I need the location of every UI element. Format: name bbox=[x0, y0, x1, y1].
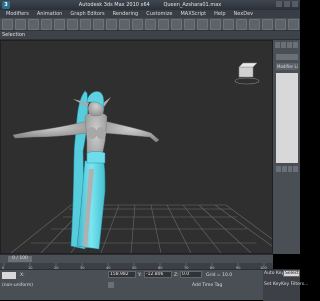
viewcube[interactable] bbox=[234, 62, 260, 85]
layer-icon[interactable] bbox=[210, 18, 221, 30]
perspective-viewport[interactable] bbox=[0, 40, 273, 254]
mirror-icon[interactable] bbox=[184, 18, 195, 30]
status-bar: X: 158.982 Y: -12.806 Z: 0.0 Grid = 10.0… bbox=[0, 269, 308, 301]
menu-bar: Modifiers Animation Graph Editors Render… bbox=[0, 10, 300, 18]
ribbon-bar: Selection bbox=[0, 31, 300, 40]
hierarchy-tab-icon[interactable] bbox=[287, 42, 292, 48]
stack-buttons bbox=[276, 166, 298, 172]
menu-customize[interactable]: Customize bbox=[146, 11, 172, 17]
align-icon[interactable] bbox=[197, 18, 208, 30]
rotate-icon[interactable] bbox=[119, 18, 130, 30]
y-coord-field[interactable]: -12.806 bbox=[144, 271, 172, 278]
snap-icon[interactable] bbox=[145, 18, 156, 30]
main-toolbar bbox=[0, 18, 300, 31]
render-icon[interactable] bbox=[288, 18, 299, 30]
render-frame-icon[interactable] bbox=[275, 18, 286, 30]
modifier-stack[interactable] bbox=[276, 73, 298, 163]
x-label: X: bbox=[20, 273, 25, 278]
app-name: Autodesk 3ds Max 2010 x64 bbox=[78, 2, 150, 8]
selected-dropdown[interactable]: Selected bbox=[283, 270, 300, 277]
menu-help[interactable]: Help bbox=[214, 11, 225, 17]
show-end-result-icon[interactable] bbox=[281, 166, 287, 172]
modify-tab-icon[interactable] bbox=[281, 42, 286, 48]
time-slider[interactable]: 0 / 100 bbox=[0, 254, 273, 263]
key-filters-button[interactable]: Key Filters... bbox=[281, 282, 308, 287]
y-label: Y: bbox=[138, 273, 142, 278]
region-icon[interactable] bbox=[93, 18, 104, 30]
make-unique-icon[interactable] bbox=[287, 166, 293, 172]
window-title: Autodesk 3ds Max 2010 x64 Queen_Azshara0… bbox=[0, 2, 300, 8]
scale-icon[interactable] bbox=[132, 18, 143, 30]
bind-icon[interactable] bbox=[54, 18, 65, 30]
create-tab-icon[interactable] bbox=[275, 42, 280, 48]
menu-rendering[interactable]: Rendering bbox=[113, 11, 139, 17]
viewport-scene bbox=[10, 62, 273, 254]
select-by-name-icon[interactable] bbox=[80, 18, 91, 30]
pin-stack-icon[interactable] bbox=[276, 166, 281, 172]
modifier-list-dropdown[interactable]: Modifier List bbox=[276, 63, 298, 70]
z-label: Z: bbox=[174, 273, 179, 278]
time-slider-thumb[interactable]: 0 / 100 bbox=[8, 256, 32, 262]
render-setup-icon[interactable] bbox=[262, 18, 273, 30]
schematic-icon[interactable] bbox=[236, 18, 247, 30]
menu-animation[interactable]: Animation bbox=[37, 11, 63, 17]
angle-snap-icon[interactable] bbox=[158, 18, 169, 30]
z-coord-field[interactable]: 0.0 bbox=[180, 271, 202, 278]
minimize-button[interactable] bbox=[276, 1, 282, 7]
menu-graph-editors[interactable]: Graph Editors bbox=[70, 11, 104, 17]
unlink-icon[interactable] bbox=[41, 18, 52, 30]
curve-editor-icon[interactable] bbox=[223, 18, 234, 30]
title-bar: 3 Autodesk 3ds Max 2010 x64 Queen_Azshar… bbox=[0, 0, 300, 10]
auto-key-button[interactable]: Auto Key bbox=[264, 271, 284, 276]
character-model[interactable] bbox=[12, 90, 160, 250]
set-key-button[interactable]: Set Key bbox=[264, 282, 281, 287]
remove-modifier-icon[interactable] bbox=[293, 166, 298, 172]
selection-tab[interactable]: Selection bbox=[2, 32, 25, 38]
lock-icon[interactable] bbox=[108, 282, 114, 288]
close-button[interactable] bbox=[292, 1, 298, 7]
selection-info: (non-uniform) bbox=[2, 283, 34, 288]
motion-tab-icon[interactable] bbox=[293, 42, 298, 48]
grid-size: Grid = 10.0 bbox=[206, 273, 233, 278]
file-name: Queen_Azshara01.max bbox=[163, 2, 222, 8]
material-editor-icon[interactable] bbox=[249, 18, 260, 30]
menu-modifiers[interactable]: Modifiers bbox=[6, 11, 29, 17]
percent-snap-icon[interactable] bbox=[171, 18, 182, 30]
window-controls bbox=[276, 1, 298, 7]
select-icon[interactable] bbox=[67, 18, 78, 30]
maximize-button[interactable] bbox=[284, 1, 290, 7]
maxscript-listener[interactable] bbox=[2, 272, 16, 279]
menu-nexdev[interactable]: NexDev bbox=[234, 11, 254, 17]
ground-grid bbox=[10, 204, 273, 254]
x-coord-field[interactable]: 158.982 bbox=[108, 271, 136, 278]
undo-icon[interactable] bbox=[2, 18, 13, 30]
object-name-field[interactable] bbox=[276, 54, 298, 60]
redo-icon[interactable] bbox=[15, 18, 26, 30]
move-icon[interactable] bbox=[106, 18, 117, 30]
command-panel-tabs bbox=[273, 40, 300, 51]
animation-controls: Auto Key Selected Set Key Key Filters... bbox=[263, 270, 308, 301]
link-icon[interactable] bbox=[28, 18, 39, 30]
add-time-tag[interactable]: Add Time Tag bbox=[192, 283, 222, 288]
menu-maxscript[interactable]: MAXScript bbox=[180, 11, 206, 17]
command-panel: Modifier List bbox=[273, 40, 300, 254]
